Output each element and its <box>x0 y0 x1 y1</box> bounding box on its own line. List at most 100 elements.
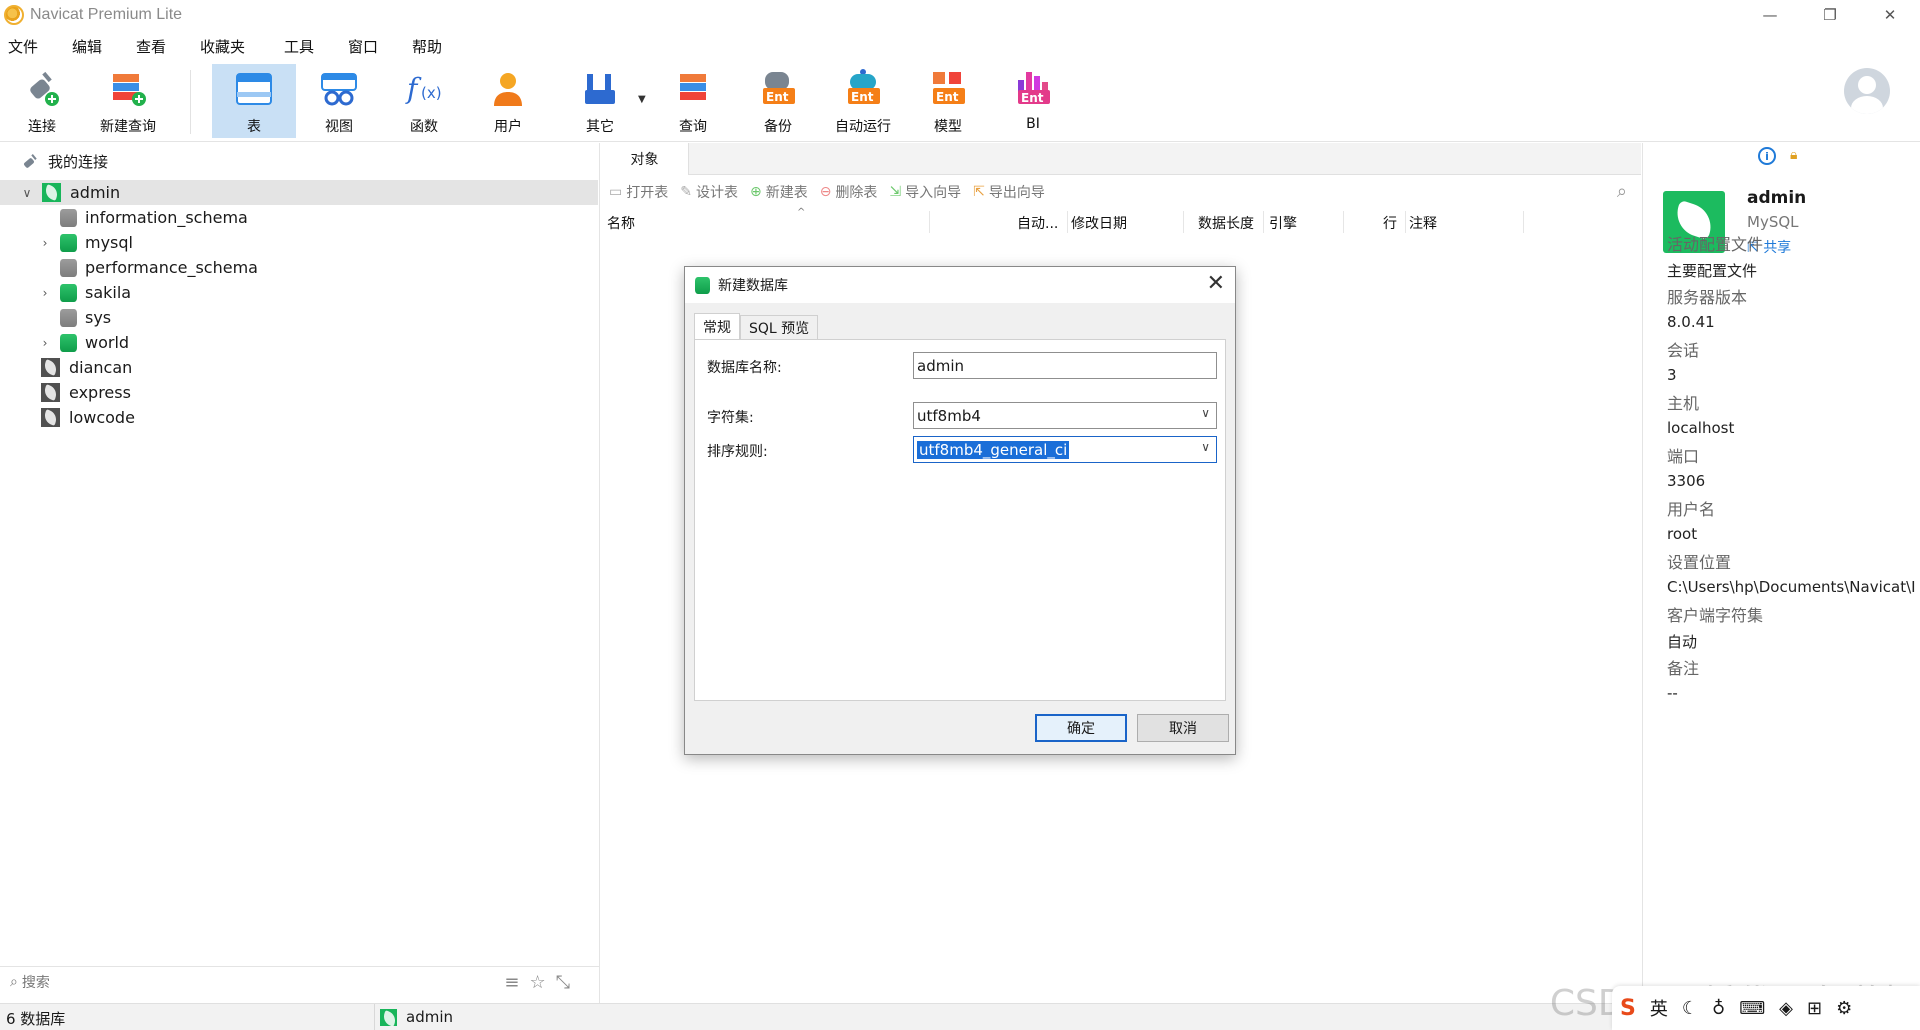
user-avatar[interactable] <box>1844 68 1890 114</box>
my-connections-header[interactable]: 我的连接 <box>22 151 108 172</box>
col-engine[interactable]: 引擎 <box>1269 213 1297 233</box>
chevron-down-icon[interactable]: ∨ <box>1201 440 1210 454</box>
info-icon[interactable]: i <box>1758 147 1776 165</box>
keyboard-icon[interactable]: ⌨ <box>1739 998 1765 1019</box>
col-name[interactable]: 名称 <box>607 213 635 233</box>
info-key: 活动配置文件 <box>1667 235 1764 254</box>
star-icon[interactable]: ☆ <box>529 972 545 993</box>
collapse-icon[interactable]: ⤡ <box>556 972 570 993</box>
close-window-button[interactable]: ✕ <box>1860 0 1920 29</box>
moon-icon[interactable]: ☾ <box>1682 998 1698 1019</box>
menu-edit[interactable]: 编辑 <box>64 36 128 57</box>
info-value: 自动 <box>1667 633 1698 651</box>
skin-icon[interactable]: ◈ <box>1779 998 1793 1019</box>
menu-bar: 文件 编辑 查看 收藏夹 工具 窗口 帮助 <box>0 34 468 58</box>
column-divider <box>929 211 930 233</box>
restore-button[interactable]: ❐ <box>1800 0 1860 29</box>
charset-select[interactable]: utf8mb4 ∨ <box>913 402 1217 429</box>
tree-search-bar[interactable]: ⌕ 搜索 ≡ ☆ ⤡ <box>0 966 600 996</box>
model-button[interactable]: Ent 模型 <box>906 64 990 138</box>
col-data-length[interactable]: 数据长度 <box>1198 213 1254 233</box>
tree-item-sakila[interactable]: › sakila <box>0 280 598 305</box>
grid-icon[interactable]: ⊞ <box>1807 998 1822 1019</box>
tree-item-lowcode[interactable]: lowcode <box>0 405 598 430</box>
search-input[interactable]: 搜索 <box>22 972 50 992</box>
filter-icon[interactable]: ≡ <box>504 972 519 993</box>
info-value: 3 <box>1667 366 1677 384</box>
chevron-right-icon[interactable]: › <box>38 286 52 300</box>
menu-help[interactable]: 帮助 <box>404 36 468 57</box>
menu-favorites[interactable]: 收藏夹 <box>192 36 276 57</box>
tree-item-label: admin <box>70 183 121 202</box>
other-dropdown-icon[interactable]: ▼ <box>638 94 646 105</box>
bi-button[interactable]: Ent BI <box>991 64 1075 138</box>
tab-objects[interactable]: 对象 <box>601 143 689 175</box>
tree-item-express[interactable]: express <box>0 380 598 405</box>
info-pane-toolbar: i 🔒︎ <box>1758 147 1806 165</box>
tree-item-information-schema[interactable]: information_schema <box>0 205 598 230</box>
robot-icon: Ent <box>842 68 884 110</box>
new-query-label: 新建查询 <box>100 119 156 135</box>
design-table-button[interactable]: ✎ 设计表 <box>680 182 738 202</box>
connect-button[interactable]: 连接 <box>0 64 84 138</box>
query-button[interactable]: 查询 <box>651 64 735 138</box>
col-auto-increment[interactable]: 自动... <box>1017 213 1058 233</box>
sogou-ime-icon[interactable]: S <box>1620 996 1636 1021</box>
col-rows[interactable]: 行 <box>1383 213 1397 233</box>
new-table-button[interactable]: ⊕ 新建表 <box>750 182 808 202</box>
mic-icon[interactable]: ♁ <box>1712 998 1725 1019</box>
dialog-close-icon[interactable]: ✕ <box>1207 271 1225 296</box>
tree-item-label: sakila <box>85 283 132 302</box>
col-comment[interactable]: 注释 <box>1409 213 1437 233</box>
user-button[interactable]: 用户 <box>466 64 550 138</box>
db-name-input[interactable]: admin <box>913 352 1217 379</box>
collation-value: utf8mb4_general_ci <box>917 440 1070 459</box>
tree-item-sys[interactable]: sys <box>0 305 598 330</box>
minimize-button[interactable]: — <box>1740 0 1800 29</box>
import-wizard-button[interactable]: ⇲ 导入向导 <box>889 182 961 202</box>
export-wizard-button[interactable]: ⇱ 导出向导 <box>973 182 1045 202</box>
database-icon <box>60 333 77 352</box>
chevron-right-icon[interactable]: › <box>38 336 52 350</box>
user-label: 用户 <box>494 119 522 135</box>
tree-item-diancan[interactable]: diancan <box>0 355 598 380</box>
collation-select[interactable]: utf8mb4_general_ci ∨ <box>913 436 1217 463</box>
menu-file[interactable]: 文件 <box>0 36 64 57</box>
backup-button[interactable]: Ent 备份 <box>736 64 820 138</box>
table-button[interactable]: 表 <box>212 64 296 138</box>
tab-general[interactable]: 常规 <box>694 313 740 339</box>
delete-table-button[interactable]: ⊖ 删除表 <box>820 182 878 202</box>
col-modified-date[interactable]: 修改日期 <box>1071 213 1127 233</box>
object-search-icon[interactable]: ⌕ <box>1617 181 1627 202</box>
ok-button[interactable]: 确定 <box>1035 714 1127 742</box>
tree-item-label: mysql <box>85 233 133 252</box>
share-label: 共享 <box>1763 240 1792 256</box>
chevron-down-icon[interactable]: ∨ <box>1201 406 1210 420</box>
function-button[interactable]: f (x) 函数 <box>382 64 466 138</box>
other-button[interactable]: 其它 <box>558 64 642 138</box>
info-key: 备注 <box>1667 659 1700 678</box>
tree-item-admin[interactable]: ∨ admin <box>0 180 598 205</box>
chevron-right-icon[interactable]: › <box>38 236 52 250</box>
tree-item-mysql[interactable]: › mysql <box>0 230 598 255</box>
menu-tools[interactable]: 工具 <box>276 36 340 57</box>
view-button[interactable]: 视图 <box>297 64 381 138</box>
chevron-down-icon[interactable]: ∨ <box>20 186 34 200</box>
tab-sql-preview[interactable]: SQL 预览 <box>740 315 819 339</box>
open-table-button[interactable]: ▭ 打开表 <box>609 182 668 202</box>
menu-view[interactable]: 查看 <box>128 36 192 57</box>
menu-window[interactable]: 窗口 <box>340 36 404 57</box>
info-key: 客户端字符集 <box>1667 606 1764 625</box>
tree-item-performance-schema[interactable]: performance_schema <box>0 255 598 280</box>
lock-icon[interactable]: 🔒︎ <box>1790 147 1806 165</box>
tree-item-label: lowcode <box>69 408 135 427</box>
plug-icon <box>24 153 37 168</box>
info-value: 3306 <box>1667 472 1706 490</box>
automation-button[interactable]: Ent 自动运行 <box>821 64 905 138</box>
tree-item-world[interactable]: › world <box>0 330 598 355</box>
ime-language[interactable]: 英 <box>1650 995 1668 1021</box>
cancel-button[interactable]: 取消 <box>1137 714 1229 742</box>
tools-icon[interactable]: ⚙ <box>1836 998 1852 1019</box>
new-query-button[interactable]: 新建查询 <box>86 64 170 138</box>
open-table-icon: ▭ <box>609 184 623 200</box>
